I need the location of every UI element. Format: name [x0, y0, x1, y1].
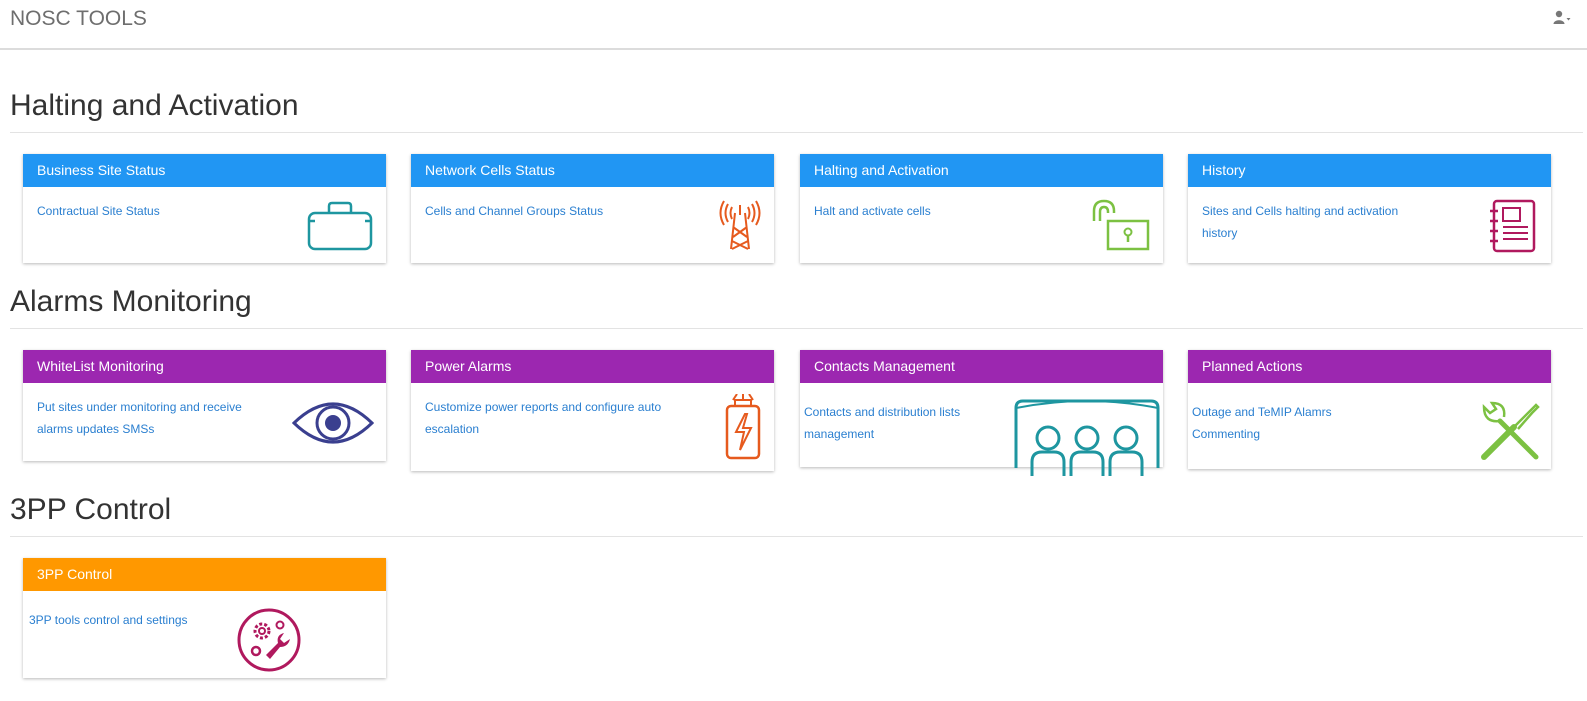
user-menu[interactable] — [1553, 10, 1573, 31]
card-header: Contacts Management — [800, 350, 1163, 383]
section-divider — [10, 536, 1583, 537]
card-business-site-status[interactable]: Business Site Status Contractual Site St… — [23, 154, 386, 263]
top-navbar: NOSC TOOLS — [0, 0, 1587, 50]
card-contacts-management[interactable]: Contacts Management Contacts and distrib… — [800, 350, 1163, 476]
card-header: Business Site Status — [23, 154, 386, 187]
section-divider — [10, 328, 1583, 329]
card-power-alarms[interactable]: Power Alarms Customize power reports and… — [411, 350, 774, 471]
card-header: Planned Actions — [1188, 350, 1551, 383]
card-whitelist-monitoring[interactable]: WhiteList Monitoring Put sites under mon… — [23, 350, 386, 461]
card-link[interactable]: Cells and Channel Groups Status — [425, 200, 665, 222]
card-3pp-control[interactable]: 3PP Control 3PP tools control and settin… — [23, 558, 386, 678]
section-title-halting-activation: Halting and Activation — [10, 89, 299, 122]
card-link[interactable]: Sites and Cells halting and activation h… — [1202, 200, 1427, 244]
eye-icon — [292, 395, 374, 451]
card-link[interactable]: Customize power reports and configure au… — [425, 396, 665, 440]
card-link[interactable]: Contacts and distribution lists manageme… — [804, 401, 1004, 445]
screwdriver-wrench-icon — [1478, 399, 1542, 463]
card-link[interactable]: 3PP tools control and settings — [29, 609, 229, 631]
card-link[interactable]: Halt and activate cells — [814, 200, 1044, 222]
briefcase-icon — [307, 200, 373, 252]
card-header: Network Cells Status — [411, 154, 774, 187]
antenna-tower-icon — [718, 199, 762, 251]
gears-wrench-icon — [236, 607, 302, 673]
card-planned-actions[interactable]: Planned Actions Outage and TeMIP Alamrs … — [1188, 350, 1551, 469]
section-divider — [10, 132, 1583, 133]
section-title-alarms-monitoring: Alarms Monitoring — [10, 285, 252, 318]
card-header: History — [1188, 154, 1551, 187]
people-group-icon — [1014, 398, 1160, 478]
section-title-3pp-control: 3PP Control — [10, 493, 172, 526]
card-header: WhiteList Monitoring — [23, 350, 386, 383]
card-history[interactable]: History Sites and Cells halting and acti… — [1188, 154, 1551, 263]
unlocked-padlock-icon — [1090, 199, 1152, 251]
card-link[interactable]: Outage and TeMIP Alamrs Commenting — [1192, 401, 1392, 445]
brand-link[interactable]: NOSC TOOLS — [10, 7, 147, 31]
card-header: Halting and Activation — [800, 154, 1163, 187]
notebook-icon — [1488, 199, 1538, 253]
card-link[interactable]: Contractual Site Status — [37, 200, 267, 222]
card-link[interactable]: Put sites under monitoring and receive a… — [37, 396, 272, 440]
card-network-cells-status[interactable]: Network Cells Status Cells and Channel G… — [411, 154, 774, 263]
user-icon — [1553, 10, 1573, 30]
card-header: Power Alarms — [411, 350, 774, 383]
power-battery-icon — [723, 394, 763, 460]
card-halting-activation[interactable]: Halting and Activation Halt and activate… — [800, 154, 1163, 263]
card-header: 3PP Control — [23, 558, 386, 591]
